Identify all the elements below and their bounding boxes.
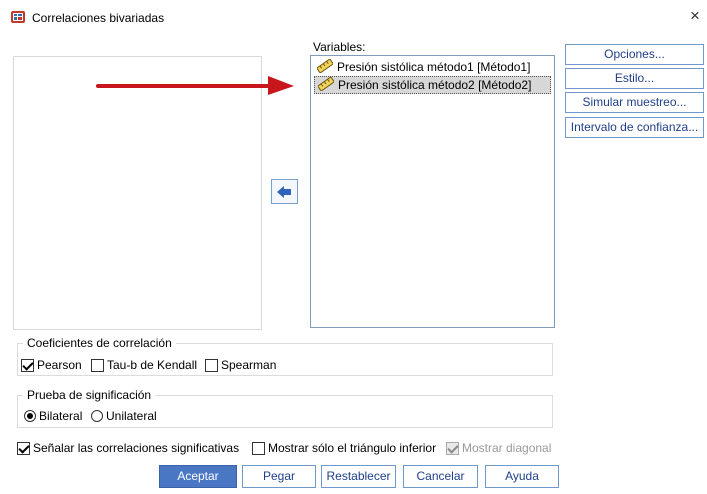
variable-label: Presión sistólica método2 [Método2] xyxy=(338,78,532,92)
variables-label: Variables: xyxy=(313,40,366,54)
cancelar-button[interactable]: Cancelar xyxy=(403,465,478,488)
source-variable-list[interactable] xyxy=(13,56,262,330)
title-bar: Correlaciones bivariadas × xyxy=(0,0,707,34)
move-variable-button[interactable] xyxy=(271,179,298,204)
scale-ruler-icon xyxy=(317,76,335,92)
unilateral-label: Unilateral xyxy=(106,409,157,423)
checkbox-checked-icon[interactable] xyxy=(17,441,30,455)
checkbox-icon[interactable] xyxy=(91,358,104,372)
scale-ruler-icon xyxy=(316,58,334,74)
window-title: Correlaciones bivariadas xyxy=(32,11,165,25)
intervalo-confianza-button[interactable]: Intervalo de confianza... xyxy=(565,117,704,138)
spearman-label: Spearman xyxy=(221,358,277,372)
estilo-button[interactable]: Estilo... xyxy=(565,68,704,89)
radio-icon[interactable] xyxy=(91,410,103,422)
restablecer-button[interactable]: Restablecer xyxy=(321,465,396,488)
annotation-arrow-icon xyxy=(96,76,294,95)
pearson-checkbox[interactable]: Pearson xyxy=(21,357,82,373)
checkbox-disabled-icon xyxy=(446,441,459,455)
triangulo-label: Mostrar sólo el triángulo inferior xyxy=(268,441,437,455)
kendall-checkbox[interactable]: Tau-b de Kendall xyxy=(91,357,197,373)
checkbox-icon[interactable] xyxy=(205,358,218,372)
checkbox-icon[interactable] xyxy=(252,441,265,455)
senalar-significativas-checkbox[interactable]: Señalar las correlaciones significativas xyxy=(17,440,239,456)
radio-selected-icon[interactable] xyxy=(24,410,36,422)
arrow-left-icon xyxy=(277,186,291,198)
opciones-button[interactable]: Opciones... xyxy=(565,44,704,65)
pearson-label: Pearson xyxy=(37,358,82,372)
variable-label: Presión sistólica método1 [Método1] xyxy=(337,60,531,74)
app-icon xyxy=(10,9,26,25)
mostrar-diagonal-checkbox: Mostrar diagonal xyxy=(446,440,551,456)
coeficientes-title: Coeficientes de correlación xyxy=(23,336,176,350)
unilateral-radio[interactable]: Unilateral xyxy=(91,408,157,424)
close-button[interactable]: × xyxy=(686,5,704,27)
ayuda-button[interactable]: Ayuda xyxy=(485,465,559,488)
variable-item[interactable]: Presión sistólica método1 [Método1] xyxy=(314,58,551,76)
diagonal-label: Mostrar diagonal xyxy=(462,441,552,455)
bilateral-radio[interactable]: Bilateral xyxy=(24,408,82,424)
close-icon[interactable]: × xyxy=(690,6,700,25)
significacion-title: Prueba de significación xyxy=(23,388,156,402)
bilateral-label: Bilateral xyxy=(39,409,83,423)
spearman-checkbox[interactable]: Spearman xyxy=(205,357,276,373)
aceptar-button[interactable]: Aceptar xyxy=(159,465,237,488)
checkbox-checked-icon[interactable] xyxy=(21,358,34,372)
variables-list[interactable]: Presión sistólica método1 [Método1] Pres… xyxy=(310,55,555,328)
variable-item-selected[interactable]: Presión sistólica método2 [Método2] xyxy=(314,76,551,94)
kendall-label: Tau-b de Kendall xyxy=(107,358,198,372)
senalar-label: Señalar las correlaciones significativas xyxy=(33,441,240,455)
triangulo-inferior-checkbox[interactable]: Mostrar sólo el triángulo inferior xyxy=(252,440,436,456)
pegar-button[interactable]: Pegar xyxy=(242,465,316,488)
simular-muestreo-button[interactable]: Simular muestreo... xyxy=(565,92,704,113)
